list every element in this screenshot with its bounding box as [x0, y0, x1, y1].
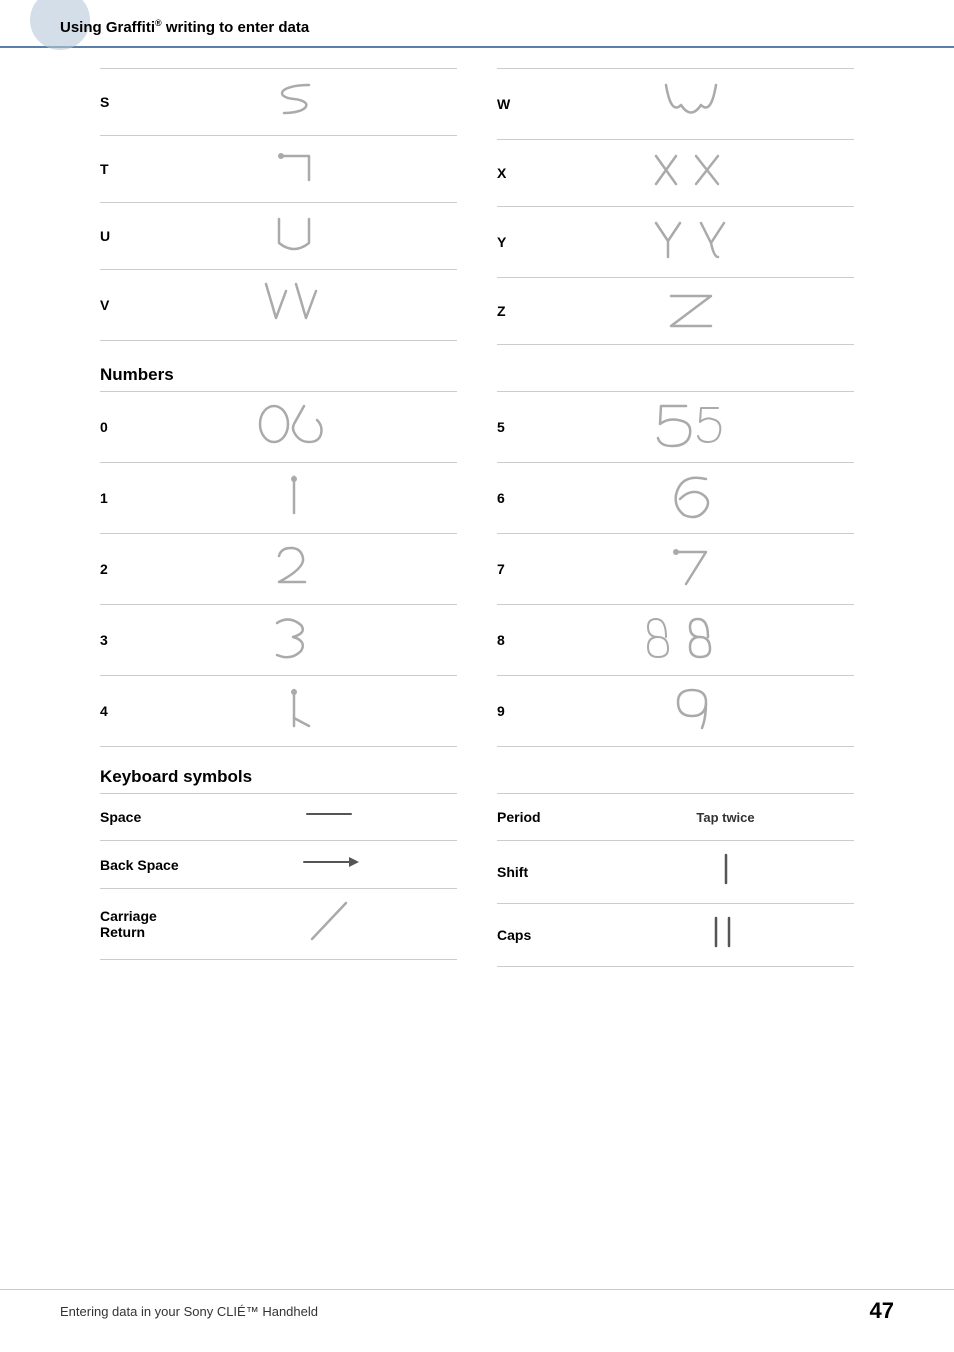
page-header: Using Graffiti® writing to enter data — [0, 0, 954, 48]
num-label-2: 2 — [100, 561, 130, 577]
char-label-u: U — [100, 228, 130, 244]
kbd-glyph-period: Tap twice — [597, 810, 854, 825]
num-glyph-5 — [527, 398, 854, 456]
char-label-s: S — [100, 94, 130, 110]
kbd-glyph-carriage-return — [200, 899, 457, 949]
letters-table: S T U — [100, 68, 854, 345]
num-glyph-4 — [130, 682, 457, 740]
char-glyph-w — [527, 75, 854, 133]
char-glyph-u — [130, 209, 457, 263]
num-glyph-0 — [130, 398, 457, 456]
numbers-section-title: Numbers — [100, 365, 854, 385]
kbd-col-right: Period Tap twice Shift Caps — [477, 793, 854, 967]
kbd-row-shift: Shift — [497, 841, 854, 904]
page-footer: Entering data in your Sony CLIÉ™ Handhel… — [0, 1289, 954, 1332]
char-label-y: Y — [497, 234, 527, 250]
header-title: Using Graffiti® writing to enter data — [60, 19, 309, 36]
num-glyph-9 — [527, 682, 854, 740]
char-label-w: W — [497, 96, 527, 112]
keyboard-table: Space Back Space CarriageReturn — [100, 793, 854, 967]
table-row: 0 — [100, 391, 457, 463]
num-glyph-8 — [527, 611, 854, 669]
table-row: 2 — [100, 534, 457, 605]
numbers-col-right: 5 6 7 — [477, 391, 854, 747]
kbd-col-left: Space Back Space CarriageReturn — [100, 793, 477, 967]
num-glyph-6 — [527, 469, 854, 527]
char-label-v: V — [100, 297, 130, 313]
char-label-t: T — [100, 161, 130, 177]
table-row: V — [100, 270, 457, 341]
num-label-8: 8 — [497, 632, 527, 648]
footer-page-number: 47 — [870, 1298, 894, 1324]
num-label-1: 1 — [100, 490, 130, 506]
char-label-x: X — [497, 165, 527, 181]
numbers-col-left: 0 1 — [100, 391, 477, 747]
kbd-row-carriage-return: CarriageReturn — [100, 889, 457, 960]
table-row: 3 — [100, 605, 457, 676]
footer-text: Entering data in your Sony CLIÉ™ Handhel… — [60, 1304, 318, 1319]
kbd-label-space: Space — [100, 809, 200, 825]
char-glyph-v — [130, 276, 457, 334]
num-label-7: 7 — [497, 561, 527, 577]
char-glyph-z — [527, 284, 854, 338]
num-glyph-3 — [130, 611, 457, 669]
kbd-label-backspace: Back Space — [100, 857, 200, 873]
num-label-5: 5 — [497, 419, 527, 435]
letters-col-left: S T U — [100, 68, 477, 345]
kbd-glyph-shift — [597, 851, 854, 893]
kbd-label-caps: Caps — [497, 927, 597, 943]
table-row: T — [100, 136, 457, 203]
table-row: 9 — [497, 676, 854, 747]
table-row: Y — [497, 207, 854, 278]
keyboard-section-title: Keyboard symbols — [100, 767, 854, 787]
kbd-glyph-backspace — [200, 852, 457, 878]
kbd-row-caps: Caps — [497, 904, 854, 967]
table-row: 4 — [100, 676, 457, 747]
char-glyph-s — [130, 75, 457, 129]
kbd-label-shift: Shift — [497, 864, 597, 880]
table-row: U — [100, 203, 457, 270]
kbd-glyph-caps — [597, 914, 854, 956]
table-row: 5 — [497, 391, 854, 463]
char-glyph-y — [527, 213, 854, 271]
char-glyph-t — [130, 142, 457, 196]
num-label-0: 0 — [100, 419, 130, 435]
kbd-label-period: Period — [497, 809, 597, 825]
num-label-4: 4 — [100, 703, 130, 719]
table-row: X — [497, 140, 854, 207]
table-row: W — [497, 68, 854, 140]
table-row: Z — [497, 278, 854, 345]
kbd-label-carriage-return: CarriageReturn — [100, 908, 200, 940]
num-label-3: 3 — [100, 632, 130, 648]
num-glyph-1 — [130, 469, 457, 527]
numbers-table: 0 1 — [100, 391, 854, 747]
kbd-glyph-space — [200, 804, 457, 830]
char-glyph-x — [527, 146, 854, 200]
table-row: 1 — [100, 463, 457, 534]
table-row: 7 — [497, 534, 854, 605]
table-row: 6 — [497, 463, 854, 534]
table-row: S — [100, 68, 457, 136]
kbd-row-backspace: Back Space — [100, 841, 457, 889]
num-label-9: 9 — [497, 703, 527, 719]
kbd-row-space: Space — [100, 793, 457, 841]
kbd-row-period: Period Tap twice — [497, 793, 854, 841]
main-content: S T U — [0, 58, 954, 1007]
num-label-6: 6 — [497, 490, 527, 506]
num-glyph-7 — [527, 540, 854, 598]
letters-col-right: W X Y — [477, 68, 854, 345]
char-label-z: Z — [497, 303, 527, 319]
table-row: 8 — [497, 605, 854, 676]
num-glyph-2 — [130, 540, 457, 598]
